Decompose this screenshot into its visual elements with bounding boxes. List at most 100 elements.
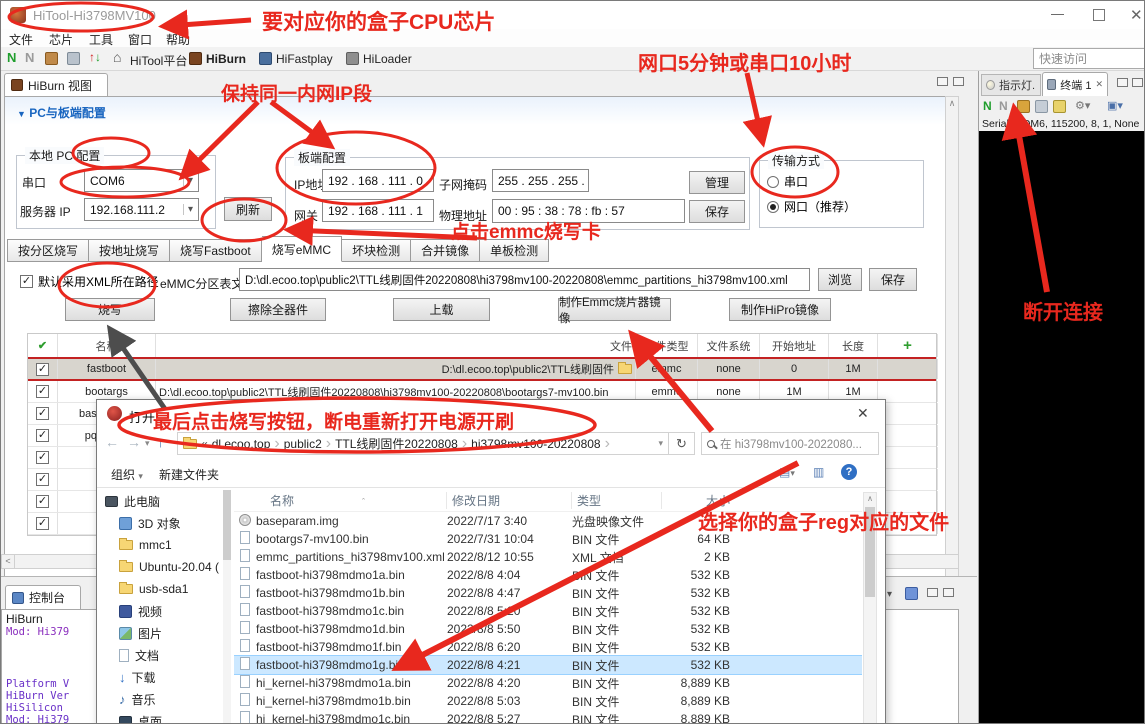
gateway-input[interactable]: 192 . 168 . 111 . 1	[322, 199, 434, 222]
table-row-fastboot[interactable]: ✓ fastboot D:\dl.ecoo.top\public2\TTL线刷固…	[28, 357, 936, 381]
make-hipro-image-button[interactable]: 制作HiPro镜像	[729, 298, 831, 321]
menu-help[interactable]: 帮助	[166, 31, 190, 48]
upload-button[interactable]: 上载	[393, 298, 490, 321]
view-list-icon[interactable]: ▤▾	[779, 465, 795, 479]
terminal-settings-icon[interactable]	[1017, 100, 1030, 113]
menu-file[interactable]: 文件	[9, 31, 33, 48]
row-checkbox[interactable]: ✓	[36, 517, 49, 530]
disconnect-icon[interactable]: N	[25, 50, 34, 65]
add-row-icon[interactable]: +	[903, 337, 912, 354]
copy-icon[interactable]	[1035, 100, 1048, 113]
dialog-close-icon[interactable]: ✕	[857, 405, 869, 422]
maximize-icon[interactable]	[1093, 9, 1105, 21]
sidebar-item-this-pc[interactable]: 此电脑	[105, 490, 219, 512]
serial-port-select[interactable]: COM6▾	[84, 169, 199, 192]
xml-path-checkbox[interactable]: ✓ 默认采用XML所在路径	[20, 273, 159, 290]
tab-burn-fastboot[interactable]: 烧写Fastboot	[170, 239, 262, 262]
sidebar-item-music[interactable]: ♪音乐	[105, 688, 219, 710]
breadcrumb[interactable]: « dl.ecoo.top› public2› TTL线刷固件20220808›…	[177, 432, 669, 455]
section-pc-board-config[interactable]: ▼ PC与板端配置	[17, 104, 106, 121]
col-file[interactable]: 文件	[156, 334, 636, 357]
history-dropdown-icon[interactable]: ▾	[145, 438, 150, 449]
server-ip-select[interactable]: 192.168.111.2▾	[84, 198, 199, 221]
home-icon[interactable]: ⌂	[113, 49, 121, 65]
menu-window[interactable]: 窗口	[128, 31, 152, 48]
terminal-connect-icon[interactable]: N	[983, 99, 992, 113]
col-device[interactable]: 器件类型	[636, 334, 698, 357]
breadcrumb-item[interactable]: hi3798mv100-20220808	[471, 437, 600, 451]
console-maximize-icon[interactable]	[943, 588, 954, 597]
refresh-button[interactable]: 刷新	[224, 197, 272, 221]
col-length[interactable]: 长度	[829, 334, 878, 357]
toolbar-hitool-button[interactable]: HiTool平台	[130, 52, 187, 69]
make-emmc-image-button[interactable]: 制作Emmc烧片器镜像	[558, 298, 671, 321]
quick-access-input[interactable]: 快速访问	[1033, 48, 1145, 69]
burn-button[interactable]: 烧写	[65, 298, 155, 321]
row-checkbox[interactable]: ✓	[36, 407, 49, 420]
radio-serial[interactable]: 串口	[767, 173, 808, 190]
plug-icon[interactable]	[67, 52, 80, 65]
file-row[interactable]: hi_kernel-hi3798mdmo1c.bin2022/8/8 5:27B…	[234, 710, 862, 724]
console-menu-icon[interactable]: ▾	[887, 589, 892, 600]
col-file-name[interactable]: 名称ˆ	[256, 492, 447, 509]
col-file-type[interactable]: 类型	[572, 492, 662, 509]
tab-console[interactable]: 控制台	[5, 585, 81, 609]
sidebar-item-desktop[interactable]: 桌面	[105, 710, 219, 724]
console-minimize-icon[interactable]	[927, 588, 938, 597]
help-icon[interactable]: ?	[841, 464, 857, 480]
tools-dropdown-icon[interactable]: ⚙▾	[1075, 99, 1090, 112]
new-folder-button[interactable]: 新建文件夹	[159, 466, 219, 483]
tab-burn-emmc[interactable]: 烧写eMMC	[262, 236, 342, 262]
lock-icon[interactable]	[1053, 100, 1066, 113]
row-checkbox[interactable]: ✓	[36, 495, 49, 508]
col-start[interactable]: 开始地址	[760, 334, 829, 357]
manage-button[interactable]: 管理	[689, 171, 745, 194]
erase-all-button[interactable]: 擦除全器件	[230, 298, 326, 321]
file-row[interactable]: fastboot-hi3798mdmo1f.bin2022/8/8 6:20BI…	[234, 638, 862, 656]
hifastplay-icon[interactable]	[259, 52, 272, 65]
toolbar-hiloader-button[interactable]: HiLoader	[363, 52, 412, 66]
browse-file-icon[interactable]	[618, 364, 632, 374]
sidebar-item-mmc1[interactable]: mmc1	[105, 534, 219, 556]
back-icon[interactable]: ←	[105, 434, 119, 450]
browse-button[interactable]: 浏览	[818, 268, 862, 291]
panel-maximize-icon[interactable]	[1132, 78, 1143, 87]
tab-terminal-1[interactable]: 终端 1 ✕	[1042, 72, 1108, 96]
sidebar-item-downloads[interactable]: ↓下载	[105, 666, 219, 688]
col-fs[interactable]: 文件系统	[698, 334, 760, 357]
file-row[interactable]: fastboot-hi3798mdmo1a.bin2022/8/8 4:04BI…	[234, 566, 862, 584]
row-checkbox[interactable]: ✓	[36, 451, 49, 464]
sidebar-item-ubuntu[interactable]: Ubuntu-20.04 (	[105, 556, 219, 578]
col-file-date[interactable]: 修改日期	[447, 492, 572, 509]
export-console-icon[interactable]	[905, 587, 918, 600]
toolbar-hiburn-button[interactable]: HiBurn	[206, 52, 246, 66]
breadcrumb-item[interactable]: dl.ecoo.top	[212, 437, 271, 451]
hiloader-icon[interactable]	[346, 52, 359, 65]
breadcrumb-item[interactable]: public2	[284, 437, 322, 451]
sidebar-item-documents[interactable]: 文档	[105, 644, 219, 666]
file-row[interactable]: fastboot-hi3798mdmo1b.bin2022/8/8 4:47BI…	[234, 584, 862, 602]
sidebar-item-pictures[interactable]: 图片	[105, 622, 219, 644]
forward-icon[interactable]: →	[127, 434, 141, 450]
menu-tools[interactable]: 工具	[89, 31, 113, 48]
new-terminal-dropdown-icon[interactable]: ▣▾	[1107, 99, 1123, 112]
radio-network[interactable]: 网口（推荐）	[767, 198, 856, 215]
sidebar-scrollbar[interactable]	[223, 490, 231, 724]
tab-hiburn-view[interactable]: HiBurn 视图	[4, 73, 108, 96]
breadcrumb-dropdown-icon[interactable]: ▾	[658, 438, 663, 449]
col-name[interactable]: 名称	[58, 334, 156, 357]
file-row[interactable]: hi_kernel-hi3798mdmo1b.bin2022/8/8 5:03B…	[234, 692, 862, 710]
board-ip-input[interactable]: 192 . 168 . 111 . 0	[322, 169, 434, 192]
up-icon[interactable]: ↑	[157, 434, 164, 450]
toolbar-hifastplay-button[interactable]: HiFastplay	[276, 52, 333, 66]
terminal-disconnect-icon[interactable]: N	[999, 99, 1008, 113]
dialog-search-box[interactable]: 在 hi3798mv100-2022080...	[701, 432, 879, 455]
row-checkbox[interactable]: ✓	[36, 385, 49, 398]
breadcrumb-ellipsis-icon[interactable]: «	[201, 437, 208, 451]
minimize-icon[interactable]: —	[1051, 6, 1064, 21]
file-row[interactable]: hi_kernel-hi3798mdmo1a.bin2022/8/8 4:20B…	[234, 674, 862, 692]
panel-minimize-icon[interactable]	[1117, 78, 1128, 87]
refresh-nav-button[interactable]: ↻	[669, 432, 695, 455]
file-row[interactable]: fastboot-hi3798mdmo1c.bin2022/8/8 5:20BI…	[234, 602, 862, 620]
xml-save-button[interactable]: 保存	[869, 268, 917, 291]
